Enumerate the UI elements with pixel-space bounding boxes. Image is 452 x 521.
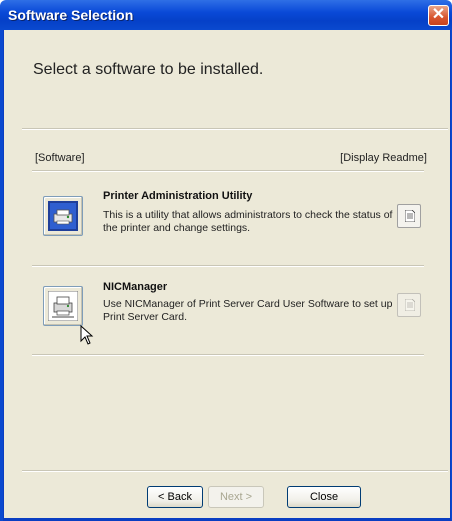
mouse-pointer-icon (80, 324, 94, 350)
close-window-button[interactable]: ✕ (428, 5, 449, 26)
list-divider-bottom (32, 354, 424, 356)
window-title: Software Selection (8, 7, 134, 23)
dialog-body (3, 30, 451, 521)
nicmanager-icon (47, 290, 79, 322)
nicmanager-title: NICManager (103, 281, 168, 293)
title-bar[interactable]: Software Selection ✕ (0, 0, 452, 30)
list-divider-middle (32, 265, 424, 267)
readme-document-icon (405, 210, 415, 222)
printer-admin-icon (48, 201, 78, 231)
printer-admin-utility-title: Printer Administration Utility (103, 190, 253, 202)
printer-admin-readme-button[interactable] (397, 204, 421, 228)
list-divider-top (32, 170, 424, 172)
next-button[interactable]: Next > (208, 486, 264, 508)
back-button[interactable]: < Back (147, 486, 203, 508)
printer-admin-utility-button[interactable] (43, 196, 83, 236)
nicmanager-readme-button[interactable] (397, 293, 421, 317)
instruction-heading: Select a software to be installed. (33, 61, 264, 78)
nicmanager-button[interactable] (43, 286, 83, 326)
header-divider (22, 128, 448, 130)
readme-column-label: [Display Readme] (340, 152, 427, 164)
software-column-label: [Software] (35, 152, 85, 164)
readme-document-icon (405, 299, 415, 311)
software-selection-window: Software Selection ✕ Select a software t… (0, 0, 452, 521)
close-button[interactable]: Close (287, 486, 361, 508)
footer-divider (22, 470, 448, 472)
printer-admin-utility-description: This is a utility that allows administra… (103, 209, 393, 234)
nicmanager-description: Use NICManager of Print Server Card User… (103, 298, 393, 323)
